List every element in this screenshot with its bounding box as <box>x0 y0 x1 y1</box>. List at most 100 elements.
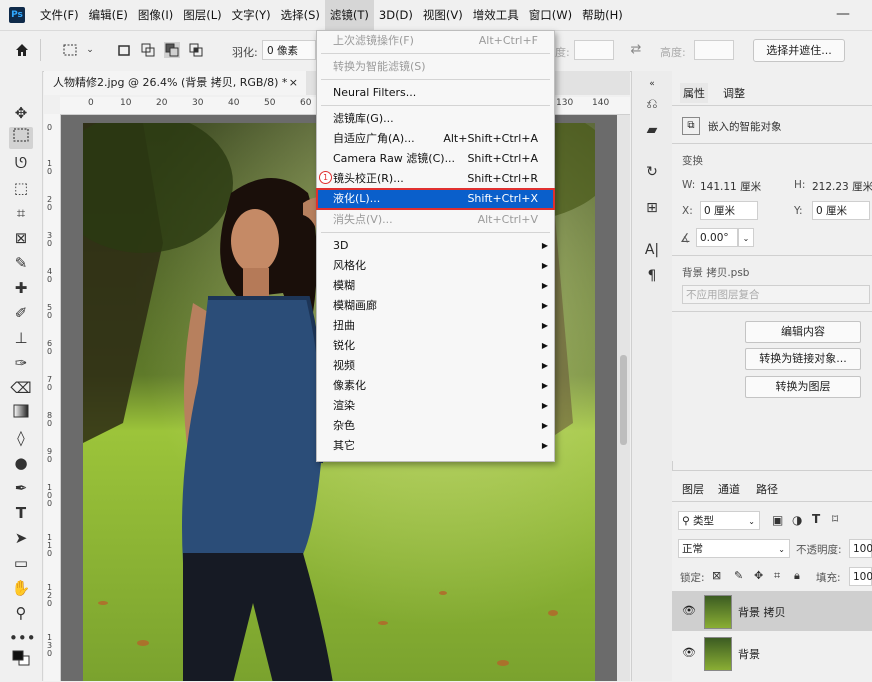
swap-icon[interactable]: ⇄ <box>628 42 644 58</box>
visibility-eye-icon[interactable]: 👁︎ <box>682 646 696 659</box>
menu-item-neural-filters[interactable]: Neural Filters... <box>317 83 554 103</box>
canvas-scrollbar[interactable] <box>617 115 630 681</box>
fill-input[interactable]: 100 <box>849 567 872 586</box>
width-input[interactable] <box>574 40 614 60</box>
menu-image[interactable]: 图像(I) <box>133 0 178 30</box>
select-and-mask-button[interactable]: 选择并遮住... <box>753 39 845 62</box>
menu-plugins[interactable]: 增效工具 <box>468 0 524 30</box>
lock-position-icon[interactable]: ✥ <box>754 569 763 582</box>
menu-item-stylize[interactable]: 风格化 ▶ <box>317 256 554 276</box>
layer-filter-select[interactable]: ⚲ 类型 ⌄ <box>678 511 760 530</box>
move-tool-icon[interactable]: ✥ <box>9 102 33 124</box>
clone-stamp-tool-icon[interactable]: ⊥ <box>9 327 33 349</box>
lock-artboard-icon[interactable]: ⌗ <box>774 569 780 583</box>
eyedropper-tool-icon[interactable]: ✎ <box>9 252 33 274</box>
gradient-tool-icon[interactable] <box>9 402 33 424</box>
edit-contents-button[interactable]: 编辑内容 <box>745 321 861 343</box>
menu-item-noise[interactable]: 杂色 ▶ <box>317 416 554 436</box>
actions-panel-icon[interactable]: ↻ <box>643 163 661 181</box>
history-panel-icon[interactable]: ⎌ <box>643 95 661 113</box>
menu-item-sharpen[interactable]: 锐化 ▶ <box>317 336 554 356</box>
menu-help[interactable]: 帮助(H) <box>577 0 628 30</box>
pen-tool-icon[interactable]: ✒ <box>9 477 33 499</box>
opacity-input[interactable]: 100 <box>849 539 872 558</box>
home-icon[interactable] <box>14 42 30 58</box>
filter-shape-icon[interactable]: ⌑ <box>832 512 838 526</box>
menu-item-other[interactable]: 其它 ▶ <box>317 436 554 456</box>
menu-item-3d[interactable]: 3D ▶ <box>317 236 554 256</box>
more-tools-icon[interactable]: ••• <box>9 627 36 649</box>
menu-item-distort[interactable]: 扭曲 ▶ <box>317 316 554 336</box>
new-selection-icon[interactable] <box>116 42 132 58</box>
brush-tool-icon[interactable]: ✐ <box>9 302 33 324</box>
menu-file[interactable]: 文件(F) <box>35 0 84 30</box>
brush-settings-icon[interactable]: ⊞ <box>643 199 661 217</box>
character-panel-icon[interactable]: A| <box>643 241 661 259</box>
comments-panel-icon[interactable]: ▰ <box>643 121 661 139</box>
filter-adjust-icon[interactable]: ◑ <box>792 513 802 527</box>
document-tab[interactable]: 人物精修2.jpg @ 26.4% (背景 拷贝, RGB/8) * × <box>44 71 306 95</box>
filter-pixel-icon[interactable]: ▣ <box>772 513 783 527</box>
marquee-preset-icon[interactable] <box>62 42 78 58</box>
layer-row[interactable]: 👁︎ 背景 <box>672 633 872 673</box>
lock-pixels-icon[interactable]: ✎ <box>734 569 743 582</box>
dodge-tool-icon[interactable]: ● <box>9 452 33 474</box>
lock-transparent-icon[interactable]: ⊠ <box>712 569 721 582</box>
foreground-background-color-icon[interactable] <box>9 649 33 671</box>
layer-comp-select[interactable]: 不应用图层复合 <box>682 285 870 304</box>
add-selection-icon[interactable] <box>140 42 156 58</box>
menu-item-blur-gallery[interactable]: 模糊画廊 ▶ <box>317 296 554 316</box>
y-input[interactable]: 0 厘米 <box>812 201 870 220</box>
menu-item-pixelate[interactable]: 像素化 ▶ <box>317 376 554 396</box>
convert-to-linked-button[interactable]: 转换为链接对象... <box>745 348 861 370</box>
lock-all-icon[interactable]: 🔒︎ <box>794 569 800 583</box>
visibility-eye-icon[interactable]: 👁︎ <box>682 604 696 617</box>
eraser-tool-icon[interactable]: ⌫ <box>9 377 33 399</box>
menu-view[interactable]: 视图(V) <box>418 0 468 30</box>
menu-item-render[interactable]: 渲染 ▶ <box>317 396 554 416</box>
menu-window[interactable]: 窗口(W) <box>524 0 577 30</box>
quick-select-tool-icon[interactable]: ⬚ <box>9 177 33 199</box>
crop-tool-icon[interactable]: ⌗ <box>9 202 33 224</box>
menu-select[interactable]: 选择(S) <box>276 0 325 30</box>
tab-properties[interactable]: 属性 <box>680 83 708 103</box>
tab-adjustments[interactable]: 调整 <box>720 83 748 103</box>
angle-input[interactable]: 0.00° <box>696 228 738 247</box>
menu-item-convert-smart-filter[interactable]: 转换为智能滤镜(S) <box>317 57 554 77</box>
collapse-arrows-icon[interactable]: « <box>643 75 661 93</box>
scrollbar-thumb[interactable] <box>620 355 627 445</box>
menu-item-lens-correction[interactable]: 1 镜头校正(R)... Shift+Ctrl+R <box>317 169 554 189</box>
tab-paths[interactable]: 路径 <box>756 481 778 497</box>
blend-mode-select[interactable]: 正常 ⌄ <box>678 539 790 558</box>
tab-layers[interactable]: 图层 <box>682 481 704 497</box>
zoom-tool-icon[interactable]: ⚲ <box>9 602 33 624</box>
menu-item-vanishing-point[interactable]: 消失点(V)... Alt+Ctrl+V <box>317 210 554 230</box>
filter-type-icon[interactable]: T <box>812 512 820 526</box>
frame-tool-icon[interactable]: ⊠ <box>9 227 33 249</box>
intersect-selection-icon[interactable] <box>188 42 204 58</box>
rectangle-tool-icon[interactable]: ▭ <box>9 552 33 574</box>
menu-edit[interactable]: 编辑(E) <box>84 0 133 30</box>
subtract-selection-icon[interactable] <box>164 42 180 58</box>
minimize-button[interactable]: — <box>836 6 850 22</box>
rect-marquee-tool-icon[interactable] <box>9 127 33 149</box>
close-icon[interactable]: × <box>289 71 298 95</box>
menu-item-liquify[interactable]: 液化(L)... Shift+Ctrl+X <box>316 188 555 210</box>
h-value[interactable]: 212.23 厘米 <box>812 179 872 194</box>
menu-item-blur[interactable]: 模糊 ▶ <box>317 276 554 296</box>
type-tool-icon[interactable]: T <box>9 502 33 524</box>
layer-name[interactable]: 背景 <box>738 646 760 662</box>
path-select-tool-icon[interactable]: ➤ <box>9 527 33 549</box>
chevron-down-icon[interactable]: ⌄ <box>82 42 98 58</box>
tab-channels[interactable]: 通道 <box>718 481 740 497</box>
healing-brush-tool-icon[interactable]: ✚ <box>9 277 33 299</box>
menu-filter[interactable]: 滤镜(T) <box>324 0 374 30</box>
x-input[interactable]: 0 厘米 <box>700 201 758 220</box>
menu-type[interactable]: 文字(Y) <box>227 0 276 30</box>
paragraph-panel-icon[interactable]: ¶ <box>643 267 661 285</box>
lasso-tool-icon[interactable]: ᘎ <box>9 152 33 174</box>
blur-tool-icon[interactable]: ◊ <box>9 427 33 449</box>
convert-to-layers-button[interactable]: 转换为图层 <box>745 376 861 398</box>
hand-tool-icon[interactable]: ✋ <box>9 577 33 599</box>
chevron-down-icon[interactable]: ⌄ <box>738 228 754 247</box>
